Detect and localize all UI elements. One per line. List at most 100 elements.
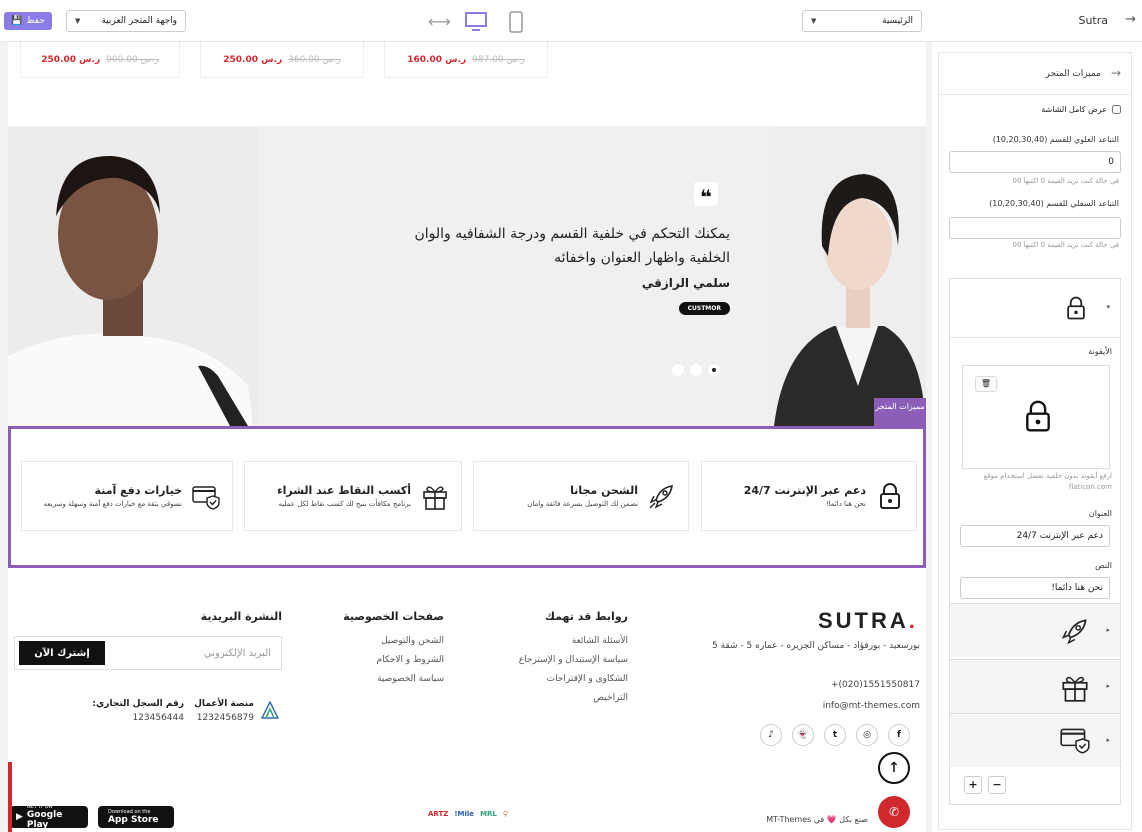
snapchat-icon[interactable]: 👻 <box>792 724 814 746</box>
gift-icon <box>1062 676 1088 702</box>
store-name: Sutra <box>1078 14 1108 27</box>
feature-card: خيارات دفع آمنة نسوقي بثقة مع خيارات دفع… <box>21 461 233 531</box>
lock-icon <box>880 483 900 509</box>
save-icon: 💾 <box>11 16 23 26</box>
twitter-icon[interactable]: t <box>824 724 846 746</box>
app-store-badge[interactable]: Download on the App Store <box>98 806 174 828</box>
lock-icon <box>1067 296 1085 320</box>
section-tag[interactable]: مميزات المتجر <box>874 398 926 426</box>
newsletter-title: النشرة البريدية <box>200 610 282 623</box>
repeater-item-gift[interactable]: ▸ <box>950 659 1120 713</box>
chevron-down-icon: ▼ <box>75 17 81 25</box>
store-features-section[interactable]: دعم عبر الإنترنت 24/7 نحن هنا دائما! الش… <box>8 426 926 568</box>
mobile-view-icon[interactable] <box>509 11 523 33</box>
repeater-item-card[interactable]: ▸ <box>950 713 1120 767</box>
secure-card-icon <box>192 486 220 510</box>
secure-card-icon <box>1060 728 1090 754</box>
footer-address: بورسعيد - بورفؤاد - مساكن الجزيره - عمار… <box>712 641 920 651</box>
footer-col-title: روابط قد تهمك <box>544 610 628 623</box>
newsletter-email-input[interactable]: البريد الإلكتروني <box>109 637 281 669</box>
repeater-controls: + − <box>949 765 1121 805</box>
footer-links-1: الأسئلة الشائعة سياسة الإستبدال و الإستر… <box>519 632 628 708</box>
whatsapp-icon[interactable]: ✆ <box>878 796 910 828</box>
feature-repeater: ▾ الأيقونة 🗑 ارفع أيقونة بدون خلفية نفضل… <box>949 278 1121 767</box>
product-card[interactable]: 250.00 ر.س 360.00 ر.س <box>200 42 364 78</box>
slider-dot[interactable] <box>672 364 684 376</box>
chevron-down-icon: ▼ <box>811 17 817 25</box>
panel-title: مميزات المتجر <box>1045 69 1101 79</box>
footer-link[interactable]: الشروط و الاحكام <box>377 651 444 670</box>
footer-col-title: صفحات الخصوصية <box>343 610 444 623</box>
footer-link[interactable]: سياسة الإستبدال و الإسترجاع <box>519 651 628 670</box>
fullwidth-checkbox[interactable] <box>1112 105 1121 114</box>
newsletter-form: البريد الإلكتروني إشترك الآن <box>14 636 282 670</box>
slider-dot[interactable] <box>690 364 702 376</box>
customer-photo-left <box>8 126 258 426</box>
social-links: ♪ 👻 t ◎ f <box>760 724 910 746</box>
facebook-icon[interactable]: f <box>888 724 910 746</box>
fullwidth-option: عرض كامل الشاشة <box>1041 105 1121 114</box>
tiktok-icon[interactable]: ♪ <box>760 724 782 746</box>
cr-value: 123456444 <box>132 713 184 723</box>
feature-card: دعم عبر الإنترنت 24/7 نحن هنا دائما! <box>701 461 917 531</box>
footer-phone[interactable]: +(020)1551550817 <box>831 677 920 693</box>
remove-item-button[interactable]: − <box>988 775 1006 794</box>
footer-link[interactable]: الشكاوى و الإقتراحات <box>519 670 628 689</box>
desktop-view-icon[interactable] <box>465 11 487 33</box>
footer-logo: SUTRA. <box>818 608 918 633</box>
footer-link[interactable]: التراخيص <box>519 689 628 708</box>
quote-icon: ❝ <box>694 182 718 209</box>
scroll-top-button[interactable]: ↑ <box>878 752 910 784</box>
chevron-right-icon[interactable]: ▸ <box>1106 736 1110 744</box>
location-pin-icon: ⚲ <box>502 810 509 818</box>
product-card[interactable]: 250.00 ر.س 900.00 ر.س <box>20 42 180 78</box>
play-icon: ▶ <box>16 812 23 822</box>
delete-icon[interactable]: 🗑 <box>975 376 997 392</box>
rocket-icon <box>1061 619 1087 645</box>
footer-link[interactable]: الشحن والتوصيل <box>377 632 444 651</box>
top-spacing-input[interactable]: 0 <box>949 151 1121 173</box>
feature-card: الشحن مجانا نضمن لك التوصيل بسرعة فائقة … <box>473 461 689 531</box>
author-badge: CUSTMOR <box>678 302 730 315</box>
site-footer: SUTRA. بورسعيد - بورفؤاد - مساكن الجزيره… <box>8 568 926 832</box>
instagram-icon[interactable]: ◎ <box>856 724 878 746</box>
accent-bar <box>8 762 12 832</box>
google-play-badge[interactable]: ▶ GET IT ON Google Play <box>10 804 88 830</box>
footer-email[interactable]: info@mt-themes.com <box>823 698 920 714</box>
customer-photo-right <box>774 126 926 426</box>
feature-text-input[interactable]: نحن هنا دائما! <box>960 577 1110 599</box>
footer-link[interactable]: الأسئلة الشائعة <box>519 632 628 651</box>
settings-panel: → مميزات المتجر عرض كامل الشاشة التباعد … <box>938 52 1132 830</box>
feature-title-input[interactable]: دعم عبر الإنترنت 24/7 <box>960 525 1110 547</box>
page-select[interactable]: الرئيسية ▼ <box>802 10 922 32</box>
icon-upload-box[interactable]: 🗑 <box>962 365 1110 469</box>
lock-icon <box>1026 400 1050 432</box>
back-arrow-icon[interactable]: → <box>1111 66 1121 80</box>
business-platform-logo <box>260 700 280 719</box>
repeater-item-rocket[interactable]: ▸ <box>950 603 1120 657</box>
rocket-icon <box>649 485 673 509</box>
preview-page: 250.00 ر.س 900.00 ر.س 250.00 ر.س 360.00 … <box>8 42 926 832</box>
footer-links-2: الشحن والتوصيل الشروط و الاحكام سياسة ال… <box>377 632 444 689</box>
footer-link[interactable]: سياسة الخصوصية <box>377 670 444 689</box>
theme-select[interactable]: واجهة المتجر العربية ▼ <box>66 10 186 32</box>
subscribe-button[interactable]: إشترك الآن <box>19 641 105 665</box>
slider-dots <box>672 364 720 376</box>
chevron-down-icon[interactable]: ▾ <box>1106 303 1110 311</box>
save-button[interactable]: 💾 حفظ <box>4 12 52 30</box>
gift-icon <box>423 486 447 510</box>
chevron-right-icon[interactable]: ▸ <box>1106 626 1110 634</box>
testimonial-section: ❝ يمكنك التحكم في خلفية القسم ودرجة الشف… <box>8 126 926 426</box>
back-arrow-icon[interactable]: → <box>1125 12 1136 27</box>
testimonial-author: سلمي الرازقي <box>641 276 730 290</box>
testimonial-quote: يمكنك التحكم في خلفية القسم ودرجة الشفاف… <box>414 226 730 266</box>
chevron-right-icon[interactable]: ▸ <box>1106 682 1110 690</box>
bottom-spacing-input[interactable] <box>949 217 1121 239</box>
platform-value: 1232456879 <box>196 713 254 723</box>
resize-arrows-icon[interactable]: ⟷ <box>428 12 451 31</box>
preview-canvas: 250.00 ر.س 900.00 ر.س 250.00 ر.س 360.00 … <box>0 42 932 832</box>
product-card[interactable]: 160.00 ر.س 987.00 ر.س <box>384 42 548 78</box>
add-item-button[interactable]: + <box>964 775 982 794</box>
feature-card: أكسب النقاط عند الشراء برنامج مكافأت بني… <box>244 461 462 531</box>
slider-dot-active[interactable] <box>708 364 720 376</box>
